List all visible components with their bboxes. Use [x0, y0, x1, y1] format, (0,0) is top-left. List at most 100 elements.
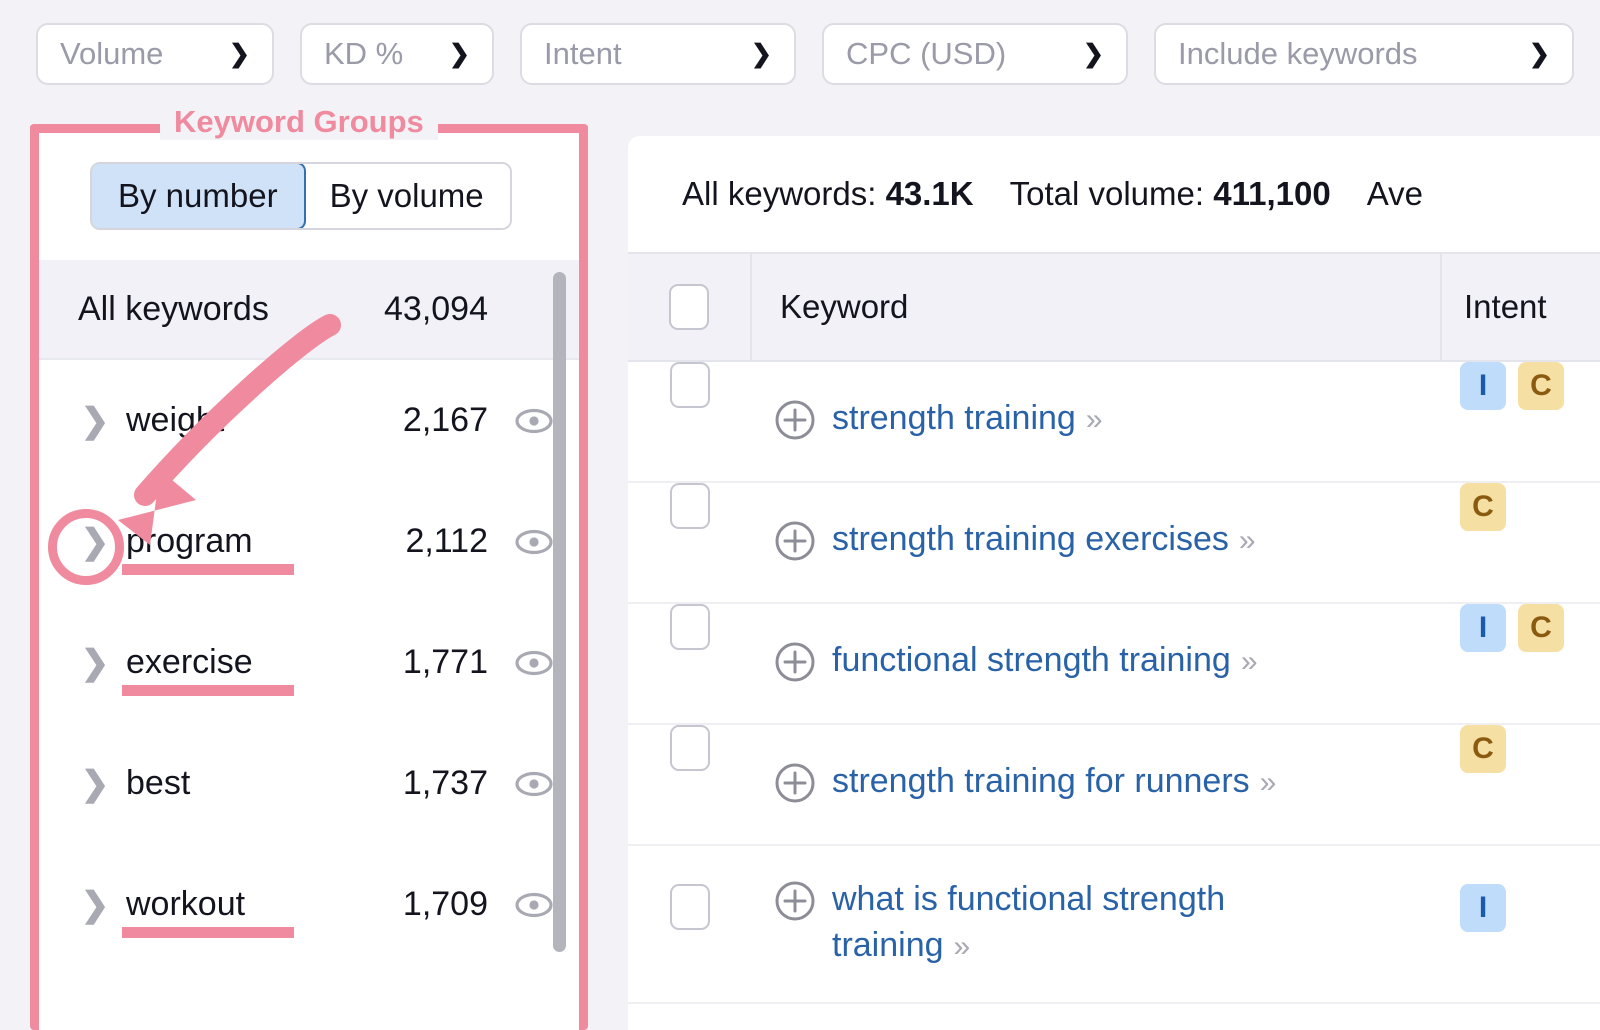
select-all-cell [628, 254, 752, 360]
row-checkbox[interactable] [670, 362, 710, 408]
row-checkbox[interactable] [670, 604, 710, 650]
keyword-magic-tool-screen: Volume ❯ KD % ❯ Intent ❯ CPC (USD) ❯ Inc… [0, 0, 1600, 1030]
group-row-weight[interactable]: ❯ weight 2,167 [38, 360, 580, 481]
eye-icon[interactable] [514, 764, 554, 804]
summary-total-volume: Total volume: 411,100 [1010, 175, 1331, 213]
group-sort-toggle: By number By volume [90, 162, 512, 230]
column-header-intent[interactable]: Intent [1440, 254, 1600, 360]
filter-intent[interactable]: Intent ❯ [520, 23, 796, 85]
filter-toolbar: Volume ❯ KD % ❯ Intent ❯ CPC (USD) ❯ Inc… [0, 0, 1600, 108]
chevron-down-icon: ❯ [1083, 39, 1104, 68]
table-row[interactable]: strength training exercises » C [628, 483, 1600, 604]
annotation-label-keyword-groups: Keyword Groups [160, 104, 438, 140]
keywords-table-card: All keywords: 43.1K Total volume: 411,10… [628, 136, 1600, 1030]
row-intent-cell: I C [1440, 604, 1600, 652]
table-row[interactable]: strength training » I C [628, 362, 1600, 483]
double-chevron-icon[interactable]: » [954, 930, 971, 963]
keywords-summary-bar: All keywords: 43.1K Total volume: 411,10… [628, 136, 1600, 252]
add-keyword-icon[interactable] [774, 880, 816, 930]
intent-badge-informational[interactable]: I [1460, 884, 1506, 932]
group-label-best: best [126, 764, 191, 802]
keyword-link[interactable]: strength training exercises » [832, 516, 1256, 562]
summary-all-keywords-label: All keywords: [682, 175, 877, 212]
keyword-groups-list: All keywords 43,094 ❯ weight 2,167 ❯ pro… [38, 260, 580, 965]
row-select-cell [628, 725, 752, 771]
column-header-keyword[interactable]: Keyword [752, 288, 1440, 326]
double-chevron-icon[interactable]: » [1239, 524, 1256, 557]
keyword-text: functional strength training [832, 640, 1231, 679]
group-label-program: program [112, 522, 405, 575]
filter-volume[interactable]: Volume ❯ [36, 23, 274, 85]
filter-cpc[interactable]: CPC (USD) ❯ [822, 23, 1128, 85]
keyword-groups-card: By number By volume All keywords 43,094 … [38, 132, 580, 1030]
row-select-cell [628, 483, 752, 529]
intent-badge-commercial[interactable]: C [1518, 604, 1564, 652]
keyword-text: strength training [832, 398, 1076, 437]
summary-all-keywords: All keywords: 43.1K [682, 175, 974, 213]
keyword-text: strength training for runners [832, 761, 1250, 800]
chevron-right-icon[interactable]: ❯ [78, 767, 112, 801]
group-row-all-keywords[interactable]: All keywords 43,094 [38, 260, 580, 360]
toggle-by-number[interactable]: By number [91, 164, 306, 228]
group-label-weight: weight [126, 401, 225, 439]
keyword-link[interactable]: strength training for runners » [832, 758, 1276, 804]
add-keyword-icon[interactable] [774, 520, 816, 570]
filter-kd[interactable]: KD % ❯ [300, 23, 494, 85]
row-checkbox[interactable] [670, 483, 710, 529]
row-keyword-cell: strength training » [752, 362, 1440, 481]
chevron-down-icon: ❯ [1529, 39, 1550, 68]
eye-icon[interactable] [514, 643, 554, 683]
left-panel-scrollbar-thumb[interactable] [553, 272, 566, 952]
row-checkbox[interactable] [670, 884, 710, 930]
row-select-cell [628, 604, 752, 650]
chevron-right-icon[interactable]: ❯ [78, 404, 112, 438]
table-row[interactable]: strength training for runners » C [628, 725, 1600, 846]
group-row-exercise[interactable]: ❯ exercise 1,771 [38, 602, 580, 723]
group-row-best[interactable]: ❯ best 1,737 [38, 723, 580, 844]
group-count-best: 1,737 [402, 764, 488, 802]
intent-badge-informational[interactable]: I [1460, 362, 1506, 410]
add-keyword-icon[interactable] [774, 399, 816, 449]
eye-icon[interactable] [514, 522, 554, 562]
row-intent-cell: C [1440, 725, 1600, 773]
keyword-link[interactable]: strength training » [832, 395, 1103, 441]
summary-average-truncated: Ave [1366, 175, 1423, 212]
select-all-checkbox[interactable] [669, 284, 709, 330]
group-row-workout[interactable]: ❯ workout 1,709 [38, 844, 580, 965]
keyword-link[interactable]: functional strength training » [832, 637, 1258, 683]
double-chevron-icon[interactable]: » [1086, 403, 1103, 436]
group-row-program[interactable]: ❯ program 2,112 [38, 481, 580, 602]
row-checkbox[interactable] [670, 725, 710, 771]
chevron-right-icon[interactable]: ❯ [78, 525, 112, 559]
row-keyword-cell: functional strength training » [752, 604, 1440, 723]
eye-icon[interactable] [514, 401, 554, 441]
row-keyword-cell: what is functional strength training» [752, 846, 1440, 1002]
chevron-right-icon[interactable]: ❯ [78, 646, 112, 680]
filter-include-keywords-label: Include keywords [1178, 36, 1418, 71]
double-chevron-icon[interactable]: » [1241, 645, 1258, 678]
table-row[interactable]: functional strength training » I C [628, 604, 1600, 725]
left-panel-scrollbar[interactable] [553, 272, 566, 1018]
eye-icon[interactable] [514, 885, 554, 925]
intent-badge-commercial[interactable]: C [1460, 725, 1506, 773]
double-chevron-icon[interactable]: » [1260, 766, 1277, 799]
keywords-table-header: Keyword Intent [628, 252, 1600, 362]
table-row[interactable]: what is functional strength training» I [628, 846, 1600, 1004]
intent-badge-commercial[interactable]: C [1518, 362, 1564, 410]
add-keyword-icon[interactable] [774, 641, 816, 691]
filter-intent-label: Intent [544, 36, 622, 71]
row-intent-cell: I C [1440, 362, 1600, 410]
summary-total-volume-value: 411,100 [1213, 175, 1331, 212]
summary-total-volume-label: Total volume: [1009, 175, 1205, 212]
row-keyword-cell: strength training for runners » [752, 725, 1440, 844]
intent-badge-informational[interactable]: I [1460, 604, 1506, 652]
add-keyword-icon[interactable] [774, 762, 816, 812]
summary-all-keywords-value: 43.1K [885, 175, 974, 212]
filter-kd-label: KD % [324, 36, 404, 71]
keyword-link[interactable]: what is functional strength training» [832, 876, 1332, 968]
toggle-by-volume[interactable]: By volume [303, 164, 510, 228]
intent-badge-commercial[interactable]: C [1460, 483, 1506, 531]
filter-include-keywords[interactable]: Include keywords ❯ [1154, 23, 1574, 85]
chevron-right-icon[interactable]: ❯ [78, 888, 112, 922]
chevron-down-icon: ❯ [751, 39, 772, 68]
